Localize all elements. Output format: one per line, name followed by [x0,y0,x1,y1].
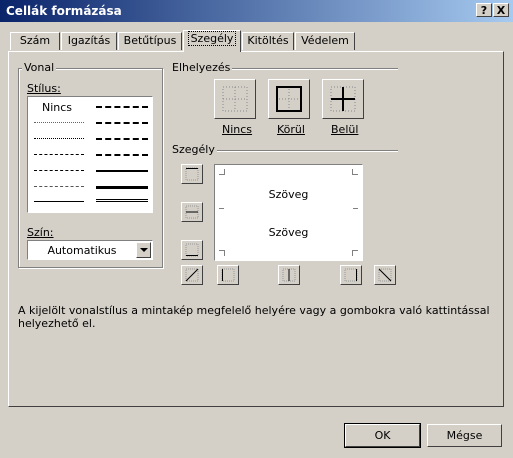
border-left-button[interactable] [217,265,239,285]
line-group-legend: Vonal [22,61,57,74]
tab-font[interactable]: Betűtípus [118,32,182,50]
border-inside-icon [330,86,356,112]
preview-corner [352,169,358,175]
cancel-button[interactable]: Mégse [427,424,502,447]
border-top-button[interactable] [181,164,203,184]
line-style-none[interactable]: Nincs [42,101,72,114]
preset-none-button[interactable] [214,79,256,119]
preview-text-bottom: Szöveg [268,226,309,239]
line-style-medium[interactable] [96,170,148,172]
tab-border[interactable]: Szegély [183,30,241,52]
border-outline-icon [276,86,302,112]
close-button[interactable]: X [493,3,509,17]
preset-inside-label: Belül [331,123,359,136]
help-button[interactable]: ? [476,3,492,17]
border-left-icon [221,268,235,282]
line-style-double[interactable] [96,199,148,202]
preview-corner [219,169,225,175]
border-horizontal-icon [185,205,199,219]
tab-fill[interactable]: Kitöltés [242,32,294,50]
line-style-medium-dash-dot-dot[interactable] [96,106,148,108]
border-bottom-icon [185,243,199,257]
line-style-thin[interactable] [34,201,84,202]
tab-label: Védelem [301,34,349,47]
border-top-icon [185,167,199,181]
preset-inside-button[interactable] [322,79,364,119]
border-diagonal-up-button[interactable] [181,265,203,285]
line-style-medium-dash-dot[interactable] [96,138,148,140]
border-right-icon [344,268,358,282]
line-style-dashed[interactable] [34,186,84,187]
line-style-dotted[interactable] [34,138,84,139]
preview-text-top: Szöveg [268,188,309,201]
color-label: Szín: [27,226,54,239]
tab-protection[interactable]: Védelem [295,32,355,50]
hint-text: A kijelölt vonalstílus a mintakép megfel… [18,304,490,330]
border-heading: Szegély [172,143,215,156]
preset-outline-button[interactable] [268,79,310,119]
border-middle-vertical-button[interactable] [278,265,300,285]
line-style-slant-dash-dot[interactable] [96,122,148,124]
tab-label: Szám [19,34,51,47]
tab-label: Betűtípus [123,34,177,47]
ok-button[interactable]: OK [344,423,421,448]
border-separator [217,150,398,152]
preset-outline-label: Körül [277,123,305,136]
presets-heading: Elhelyezés [172,61,231,74]
border-preview[interactable]: Szöveg Szöveg [214,164,363,261]
diagonal-down-icon [378,268,392,282]
color-select[interactable]: Automatikus [27,240,153,260]
border-diagonal-down-button[interactable] [374,265,396,285]
tab-number[interactable]: Szám [10,32,60,50]
style-label: Stílus: [27,82,61,95]
border-none-icon [222,86,248,112]
line-style-hair[interactable] [34,122,84,123]
diagonal-up-icon [185,268,199,282]
tab-label: Igazítás [67,34,111,47]
dropdown-button[interactable] [136,242,151,258]
border-bottom-button[interactable] [181,240,203,260]
preset-none-label: Nincs [222,123,253,136]
preview-corner [219,250,225,256]
border-middle-horizontal-button[interactable] [181,202,203,222]
border-right-button[interactable] [340,265,362,285]
border-vertical-icon [282,268,296,282]
line-style-dash-dot[interactable] [34,170,84,171]
tab-label: Kitöltés [247,34,289,47]
chevron-down-icon [140,248,148,252]
preview-tick [219,208,224,210]
line-style-thick[interactable] [96,186,148,189]
presets-separator [232,68,398,70]
tab-label: Szegély [187,31,237,46]
title-bar: Cellák formázása ? X [0,0,513,22]
color-select-value: Automatikus [47,244,117,257]
line-style-dash-dot-dot[interactable] [34,154,84,155]
preview-tick [353,208,358,210]
preview-corner [352,250,358,256]
window-title: Cellák formázása [6,4,122,18]
tab-alignment[interactable]: Igazítás [61,32,117,50]
line-style-medium-dashed[interactable] [96,154,148,156]
line-style-list[interactable]: Nincs [27,96,153,213]
